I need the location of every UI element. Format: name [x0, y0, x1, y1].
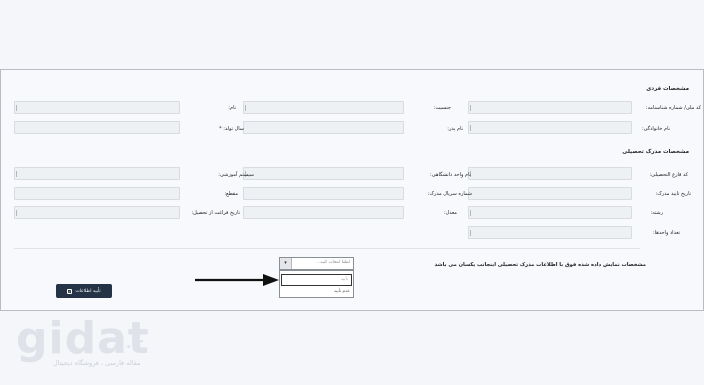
degree-field[interactable]: [14, 187, 180, 200]
national-code-field[interactable]: [468, 101, 632, 114]
button-label: تأیید اطلاعات: [75, 288, 101, 294]
label-father-name: نام پدر:: [447, 126, 463, 132]
major-field[interactable]: [468, 206, 632, 219]
label-grad-date: تاریخ فراغت از تحصیل:: [191, 210, 240, 216]
cert-serial-field[interactable]: [243, 187, 404, 200]
grad-date-field[interactable]: [14, 206, 180, 219]
pointer-arrow-icon: [195, 274, 279, 286]
edu-system-field[interactable]: [14, 167, 180, 180]
watermark: gidat .ir مقاله فارسی ، فروشگاه دیجیتال: [8, 314, 178, 376]
confirm-question: مشخصات نمایش داده شده فوق با اطلاعات مدر…: [434, 262, 646, 268]
confirm-select[interactable]: ▾ لطفا انتخاب کنید...: [279, 257, 354, 270]
chevron-down-icon[interactable]: ▾: [280, 258, 292, 269]
label-units: تعداد واحدها:: [653, 230, 680, 236]
label-name: نام:: [228, 105, 236, 111]
dropdown-option-confirm[interactable]: تأیید: [281, 274, 352, 286]
name-field[interactable]: [14, 101, 180, 114]
university-field[interactable]: [243, 167, 404, 180]
label-major: رشته:: [650, 210, 663, 216]
divider: [14, 248, 640, 249]
birth-year-field[interactable]: [14, 121, 180, 134]
label-national-code: کد ملی/ شماره شناسنامه:: [645, 105, 701, 111]
label-gpa: معدل:: [443, 210, 457, 216]
select-placeholder: لطفا انتخاب کنید...: [316, 260, 350, 265]
grad-code-field[interactable]: [468, 167, 632, 180]
label-last-name: نام خانوادگی:: [641, 126, 670, 132]
section-title-education: مشخصات مدرک تحصیلی: [622, 149, 689, 155]
last-name-field[interactable]: [468, 121, 632, 134]
label-edu-system: سیستم آموزشی:: [218, 172, 254, 178]
checkbox-icon: ✓: [67, 288, 73, 294]
watermark-tagline: مقاله فارسی ، فروشگاه دیجیتال: [53, 359, 141, 367]
confirm-dropdown: تأیید عدم تأیید: [279, 270, 354, 298]
label-cert-date: تاریخ تایید مدرک:: [655, 191, 691, 197]
label-university: نام واحد دانشگاهی:: [430, 172, 471, 178]
gender-field[interactable]: [243, 101, 404, 114]
father-name-field[interactable]: [243, 121, 404, 134]
confirm-info-button[interactable]: تأیید اطلاعات ✓: [56, 284, 112, 298]
gpa-field[interactable]: [243, 206, 404, 219]
units-field[interactable]: [468, 226, 632, 239]
cert-date-field[interactable]: [468, 187, 632, 200]
watermark-tld: .ir: [126, 336, 144, 352]
label-degree: مقطع:: [224, 191, 238, 197]
label-birth-year: سال تولد: *: [219, 126, 244, 132]
dropdown-option-reject[interactable]: عدم تأیید: [334, 289, 350, 294]
section-title-personal: مشخصات فردی: [646, 86, 689, 92]
label-grad-code: کد فارغ التحصیلی:: [649, 172, 689, 178]
label-gender: جنسیت:: [433, 105, 451, 111]
label-cert-serial: شماره سریال مدرک:: [427, 191, 472, 197]
